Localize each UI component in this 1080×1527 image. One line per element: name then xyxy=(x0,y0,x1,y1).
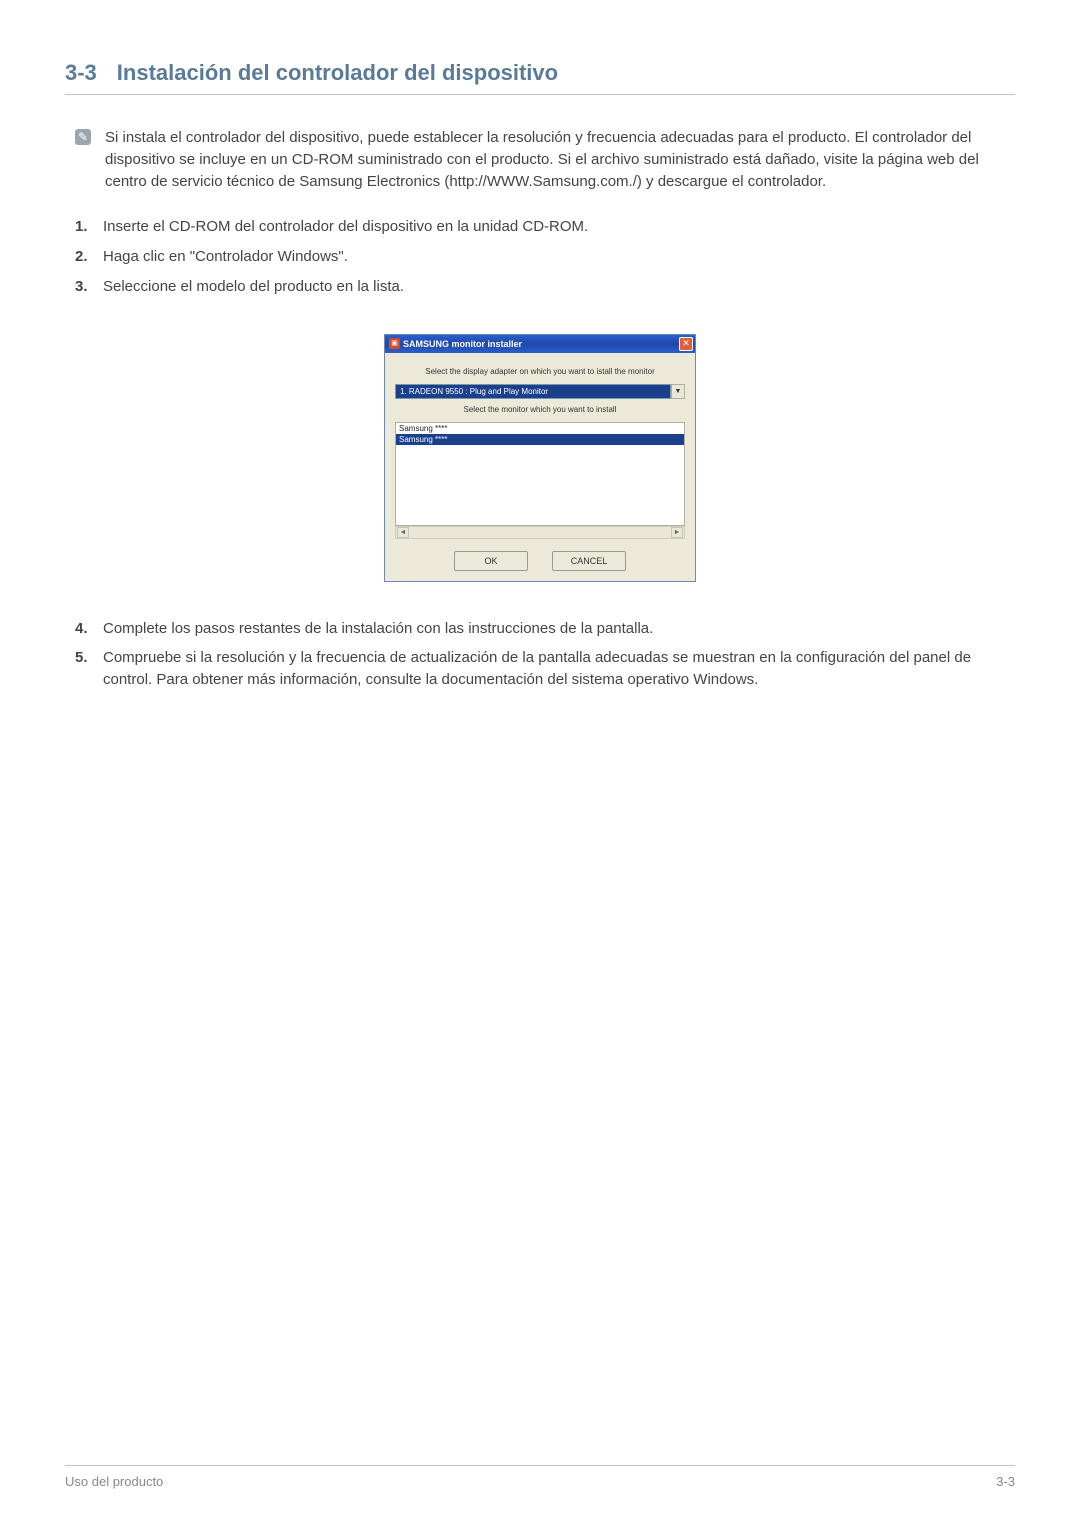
step-4: 4.Complete los pasos restantes de la ins… xyxy=(75,618,1015,640)
monitor-listbox[interactable]: Samsung **** Samsung **** xyxy=(395,422,685,526)
chevron-down-icon[interactable]: ▼ xyxy=(671,384,685,399)
adapter-label: Select the display adapter on which you … xyxy=(395,367,685,376)
adapter-value: 1. RADEON 9550 : Plug and Play Monitor xyxy=(395,384,671,399)
step-5: 5.Compruebe si la resolución y la frecue… xyxy=(75,647,1015,691)
steps-list: 1.Inserte el CD-ROM del controlador del … xyxy=(65,216,1015,297)
list-item[interactable]: Samsung **** xyxy=(396,434,684,445)
section-heading: 3-3 Instalación del controlador del disp… xyxy=(65,60,1015,86)
step-3: 3.Seleccione el modelo del producto en l… xyxy=(75,276,1015,298)
adapter-select[interactable]: 1. RADEON 9550 : Plug and Play Monitor ▼ xyxy=(395,384,685,399)
footer-right: 3-3 xyxy=(996,1474,1015,1489)
monitor-label: Select the monitor which you want to ins… xyxy=(395,405,685,414)
section-title: Instalación del controlador del disposit… xyxy=(117,60,558,86)
divider xyxy=(65,94,1015,95)
app-icon: ▣ xyxy=(389,338,400,349)
steps-list-cont: 4.Complete los pasos restantes de la ins… xyxy=(65,618,1015,691)
cancel-button[interactable]: CANCEL xyxy=(552,551,626,571)
ok-button[interactable]: OK xyxy=(454,551,528,571)
step-2: 2.Haga clic en "Controlador Windows". xyxy=(75,246,1015,268)
list-item[interactable]: Samsung **** xyxy=(396,423,684,434)
horizontal-scrollbar[interactable]: ◄ ► xyxy=(395,526,685,539)
installer-dialog: ▣ SAMSUNG monitor installer ✕ Select the… xyxy=(384,334,696,582)
titlebar: ▣ SAMSUNG monitor installer ✕ xyxy=(385,335,695,353)
scroll-right-icon[interactable]: ► xyxy=(671,527,683,538)
note-block: ✎ Si instala el controlador del disposit… xyxy=(65,127,1015,192)
step-1: 1.Inserte el CD-ROM del controlador del … xyxy=(75,216,1015,238)
note-text: Si instala el controlador del dispositiv… xyxy=(105,127,1015,192)
window-title: SAMSUNG monitor installer xyxy=(403,339,522,349)
footer-left: Uso del producto xyxy=(65,1474,163,1489)
info-icon: ✎ xyxy=(75,129,91,145)
page-footer: Uso del producto 3-3 xyxy=(65,1465,1015,1489)
section-number: 3-3 xyxy=(65,60,97,86)
close-icon[interactable]: ✕ xyxy=(679,337,693,351)
scroll-left-icon[interactable]: ◄ xyxy=(397,527,409,538)
